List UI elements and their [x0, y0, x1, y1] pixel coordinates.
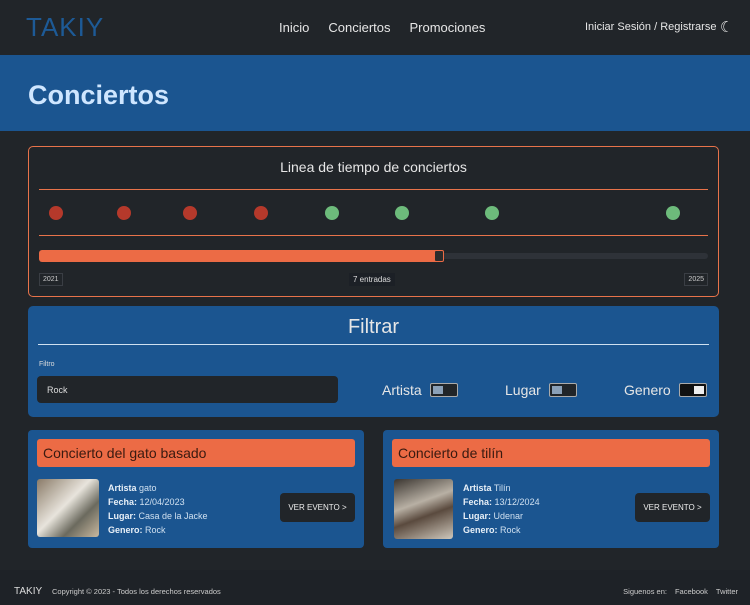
concert-card: Concierto de tilín Artista Tilín Fecha: … [383, 430, 719, 548]
moon-icon[interactable]: ☾ [720, 18, 733, 36]
timeline-title: Linea de tiempo de conciertos [280, 159, 467, 175]
concert-title: Concierto de tilín [392, 439, 710, 467]
divider [39, 235, 708, 236]
timeline-event-dot[interactable] [49, 206, 63, 220]
end-year: 2025 [684, 273, 708, 286]
concert-image [394, 479, 453, 539]
nav-promociones[interactable]: Promociones [410, 20, 486, 35]
nav-conciertos[interactable]: Conciertos [328, 20, 390, 35]
concert-info: Artista Tilín Fecha: 13/12/2024 Lugar: U… [463, 483, 540, 535]
start-year: 2021 [39, 273, 63, 286]
timeline-event-dot[interactable] [254, 206, 268, 220]
timeline-event-dot[interactable] [485, 206, 499, 220]
concert-title: Concierto del gato basado [37, 439, 355, 467]
timeline-event-dot[interactable] [183, 206, 197, 220]
ver-evento-button[interactable]: VER EVENTO > [635, 493, 710, 522]
nav-links: Inicio Conciertos Promociones [279, 20, 485, 35]
concert-timeline: Linea de tiempo de conciertos 2021 7 ent… [28, 146, 719, 297]
timeline-fill [39, 250, 440, 262]
login-register-link[interactable]: Iniciar Sesión / Registrarse [585, 21, 716, 33]
timeline-event-dot[interactable] [325, 206, 339, 220]
page-title: Conciertos [28, 80, 170, 110]
concert-info: Artista gato Fecha: 12/04/2023 Lugar: Ca… [108, 483, 208, 535]
artista-switch[interactable] [429, 383, 458, 397]
logo[interactable]: TAKIY [26, 12, 104, 43]
navbar: TAKIY Inicio Conciertos Promociones Inic… [0, 0, 750, 55]
ver-evento-button[interactable]: VER EVENTO > [280, 493, 355, 522]
toggle-label: Lugar [505, 382, 541, 398]
toggle-genero[interactable]: Genero [624, 382, 707, 398]
filter-label: Filtro [39, 361, 55, 368]
timeline-event-dot[interactable] [395, 206, 409, 220]
footer-logo: TAKIY [14, 586, 43, 597]
entries-count: 7 entradas [349, 273, 395, 286]
toggle-artista[interactable]: Artista [382, 382, 458, 398]
copyright: Copyright © 2023 - Todos los derechos re… [52, 587, 221, 596]
social-links: Siguenos en: Facebook Twitter [623, 587, 738, 596]
filter-input[interactable] [37, 376, 338, 403]
genero-switch[interactable] [678, 383, 707, 397]
toggle-label: Genero [624, 382, 671, 398]
divider [38, 344, 709, 345]
timeline-event-dot[interactable] [666, 206, 680, 220]
nav-inicio[interactable]: Inicio [279, 20, 309, 35]
timeline-event-dot[interactable] [117, 206, 131, 220]
footer: TAKIY Copyright © 2023 - Todos los derec… [0, 570, 750, 605]
filter-panel: Filtrar Filtro Artista Lugar Genero [28, 306, 719, 417]
concert-card: Concierto del gato basado Artista gato F… [28, 430, 364, 548]
concert-image [37, 479, 99, 537]
toggle-lugar[interactable]: Lugar [505, 382, 577, 398]
page-banner: Conciertos [0, 55, 750, 131]
facebook-link[interactable]: Facebook [675, 587, 708, 596]
toggle-label: Artista [382, 382, 422, 398]
filter-title: Filtrar [347, 316, 400, 338]
divider [39, 189, 708, 190]
timeline-slider-thumb[interactable] [433, 250, 444, 262]
twitter-link[interactable]: Twitter [716, 587, 738, 596]
follow-label: Siguenos en: [623, 587, 667, 596]
lugar-switch[interactable] [548, 383, 577, 397]
